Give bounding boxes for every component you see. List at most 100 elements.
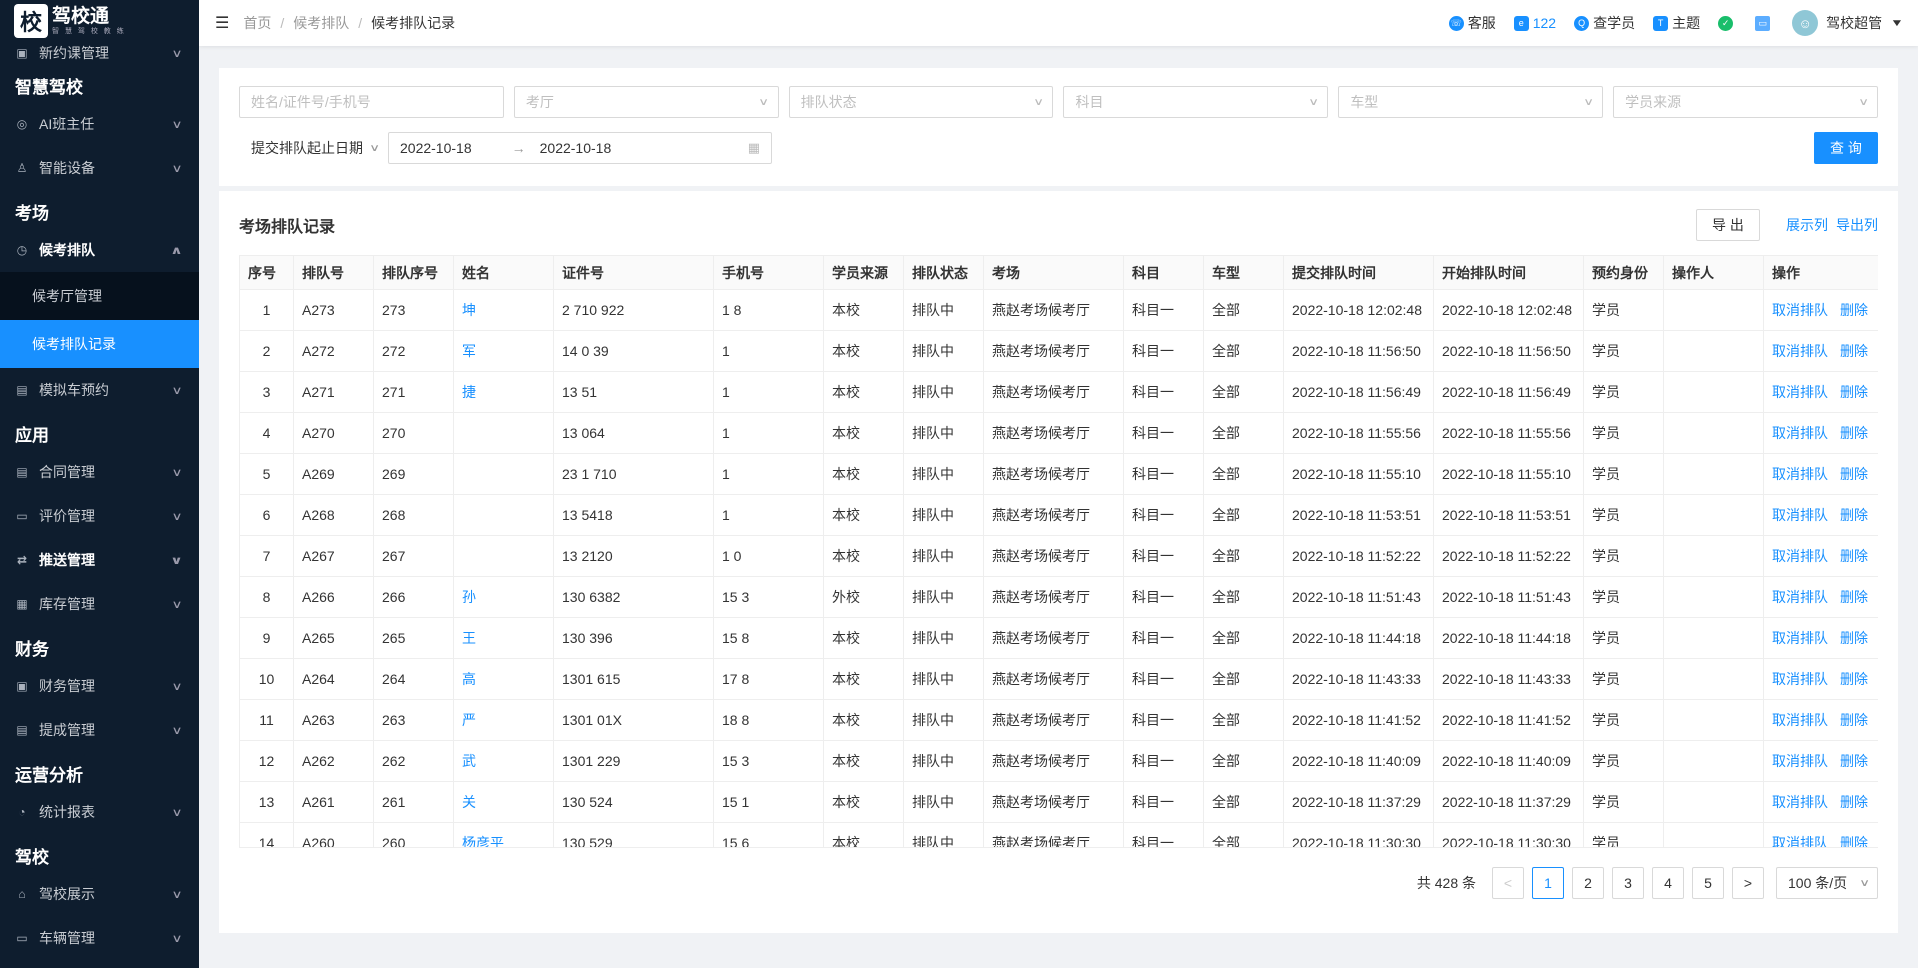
- cancel-queue-link[interactable]: 取消排队: [1772, 425, 1828, 441]
- prev-page-button[interactable]: <: [1492, 867, 1524, 899]
- delete-link[interactable]: 删除: [1840, 302, 1868, 318]
- sidebar-item[interactable]: ◔ 统计报表 ∨: [0, 790, 199, 834]
- date-from[interactable]: 2022-10-18: [400, 140, 472, 156]
- sidebar-item[interactable]: ▣ 财务管理 ∨: [0, 664, 199, 708]
- sidebar-item[interactable]: ⌂ 驾校展示 ∨: [0, 872, 199, 916]
- page-button[interactable]: 4: [1652, 867, 1684, 899]
- theme-button[interactable]: T 主题: [1653, 13, 1700, 33]
- show-columns-link[interactable]: 展示列: [1786, 215, 1828, 235]
- sidebar-subitem[interactable]: 候考排队记录: [0, 320, 199, 368]
- chevron-down-icon: ▼: [1890, 17, 1904, 29]
- cancel-queue-link[interactable]: 取消排队: [1772, 302, 1828, 318]
- cell-car: 全部: [1203, 494, 1284, 536]
- delete-link[interactable]: 删除: [1840, 466, 1868, 482]
- status-select[interactable]: 排队状态 ∨: [788, 86, 1054, 118]
- delete-link[interactable]: 删除: [1840, 343, 1868, 359]
- cancel-queue-link[interactable]: 取消排队: [1772, 712, 1828, 728]
- page-button[interactable]: 3: [1612, 867, 1644, 899]
- student-name-link[interactable]: 坤: [462, 302, 476, 318]
- cell-seq: 270: [373, 412, 454, 454]
- column-header: 排队状态: [903, 255, 984, 290]
- page-button[interactable]: 5: [1692, 867, 1724, 899]
- page-button[interactable]: 1: [1532, 867, 1564, 899]
- breadcrumb-home[interactable]: 首页: [243, 13, 271, 33]
- cell-seq: 268: [373, 494, 454, 536]
- cancel-queue-link[interactable]: 取消排队: [1772, 630, 1828, 646]
- delete-link[interactable]: 删除: [1840, 671, 1868, 687]
- cancel-queue-link[interactable]: 取消排队: [1772, 835, 1828, 847]
- cancel-queue-link[interactable]: 取消排队: [1772, 753, 1828, 769]
- shield-button[interactable]: ✓: [1718, 15, 1737, 31]
- delete-link[interactable]: 删除: [1840, 589, 1868, 605]
- sidebar-item[interactable]: ▣ 新约课管理 ∨: [0, 42, 199, 64]
- menu-toggle-icon[interactable]: ☰: [215, 13, 229, 33]
- sidebar-item[interactable]: ◎ AI班主任 ∨: [0, 102, 199, 146]
- cancel-queue-link[interactable]: 取消排队: [1772, 671, 1828, 687]
- delete-link[interactable]: 删除: [1840, 507, 1868, 523]
- message-count-button[interactable]: e 122: [1513, 15, 1556, 31]
- sidebar-item[interactable]: ▤ 合同管理 ∨: [0, 450, 199, 494]
- sidebar-item[interactable]: ▭ 评价管理 ∨: [0, 494, 199, 538]
- sidebar-item[interactable]: ▤ 模拟车预约 ∨: [0, 368, 199, 412]
- export-columns-link[interactable]: 导出列: [1836, 215, 1878, 235]
- source-select[interactable]: 学员来源 ∨: [1613, 86, 1878, 118]
- sidebar-item[interactable]: ⇄ 推送管理 ∨: [0, 538, 199, 582]
- student-name-link[interactable]: 武: [462, 753, 476, 769]
- delete-link[interactable]: 删除: [1840, 425, 1868, 441]
- next-page-button[interactable]: >: [1732, 867, 1764, 899]
- student-name-link[interactable]: 军: [462, 343, 476, 359]
- sidebar-item[interactable]: ▦ 库存管理 ∨: [0, 582, 199, 626]
- service-button[interactable]: ☏ 客服: [1448, 13, 1496, 33]
- sidebar-item-label: 车辆管理: [39, 930, 95, 946]
- sidebar-item[interactable]: ▭ 车辆管理 ∨: [0, 916, 199, 960]
- screen-button[interactable]: ▭: [1755, 15, 1774, 31]
- page-size-select[interactable]: 100 条/页 ∨: [1776, 867, 1878, 899]
- search-student-button[interactable]: Q 查学员: [1574, 13, 1635, 33]
- cell-queue-no: A262: [293, 740, 374, 782]
- name-search-input[interactable]: 姓名/证件号/手机号: [239, 86, 504, 118]
- breadcrumb-separator: /: [280, 15, 285, 31]
- student-name-link[interactable]: 王: [462, 630, 476, 646]
- cancel-queue-link[interactable]: 取消排队: [1772, 548, 1828, 564]
- date-type-select[interactable]: 提交排队起止日期 ∨: [239, 132, 388, 164]
- export-button[interactable]: 导 出: [1696, 209, 1760, 241]
- cancel-queue-link[interactable]: 取消排队: [1772, 384, 1828, 400]
- delete-link[interactable]: 删除: [1840, 712, 1868, 728]
- cell-source: 外校: [823, 576, 904, 618]
- cancel-queue-link[interactable]: 取消排队: [1772, 343, 1828, 359]
- car-type-select[interactable]: 车型 ∨: [1338, 86, 1604, 118]
- subject-select[interactable]: 科目 ∨: [1063, 86, 1329, 118]
- cancel-queue-link[interactable]: 取消排队: [1772, 507, 1828, 523]
- cell-subject: 科目一: [1123, 289, 1204, 331]
- search-button[interactable]: 查 询: [1814, 132, 1878, 164]
- hall-select[interactable]: 考厅 ∨: [513, 86, 779, 118]
- delete-link[interactable]: 删除: [1840, 794, 1868, 810]
- cancel-queue-link[interactable]: 取消排队: [1772, 466, 1828, 482]
- student-name-link[interactable]: 高: [462, 671, 476, 687]
- sidebar-subitem[interactable]: 候考厅管理: [0, 272, 199, 320]
- cell-car: 全部: [1203, 371, 1284, 413]
- delete-link[interactable]: 删除: [1840, 835, 1868, 847]
- chart-icon: ◔: [18, 805, 26, 819]
- cancel-queue-link[interactable]: 取消排队: [1772, 589, 1828, 605]
- student-name-link[interactable]: 关: [462, 794, 476, 810]
- shield-icon: ✓: [1718, 15, 1734, 31]
- delete-link[interactable]: 删除: [1840, 630, 1868, 646]
- delete-link[interactable]: 删除: [1840, 548, 1868, 564]
- date-to[interactable]: 2022-10-18: [540, 140, 612, 156]
- student-name-link[interactable]: 孙: [462, 589, 476, 605]
- delete-link[interactable]: 删除: [1840, 384, 1868, 400]
- sidebar-item[interactable]: ♙ 智能设备 ∨: [0, 146, 199, 190]
- student-name-link[interactable]: 严: [462, 712, 476, 728]
- page-button[interactable]: 2: [1572, 867, 1604, 899]
- cell-seq: 271: [373, 371, 454, 413]
- student-name-link[interactable]: 捷: [462, 384, 476, 400]
- user-menu[interactable]: ☺ 驾校超管 ▼: [1792, 10, 1904, 36]
- delete-link[interactable]: 删除: [1840, 753, 1868, 769]
- breadcrumb-queue[interactable]: 候考排队: [293, 13, 349, 33]
- date-range-picker[interactable]: 2022-10-18 → 2022-10-18 ▦: [388, 132, 772, 164]
- sidebar-item[interactable]: ◷ 候考排队 ∧: [0, 228, 199, 272]
- cancel-queue-link[interactable]: 取消排队: [1772, 794, 1828, 810]
- sidebar-item[interactable]: ▤ 提成管理 ∨: [0, 708, 199, 752]
- student-name-link[interactable]: 杨彦平: [462, 835, 504, 847]
